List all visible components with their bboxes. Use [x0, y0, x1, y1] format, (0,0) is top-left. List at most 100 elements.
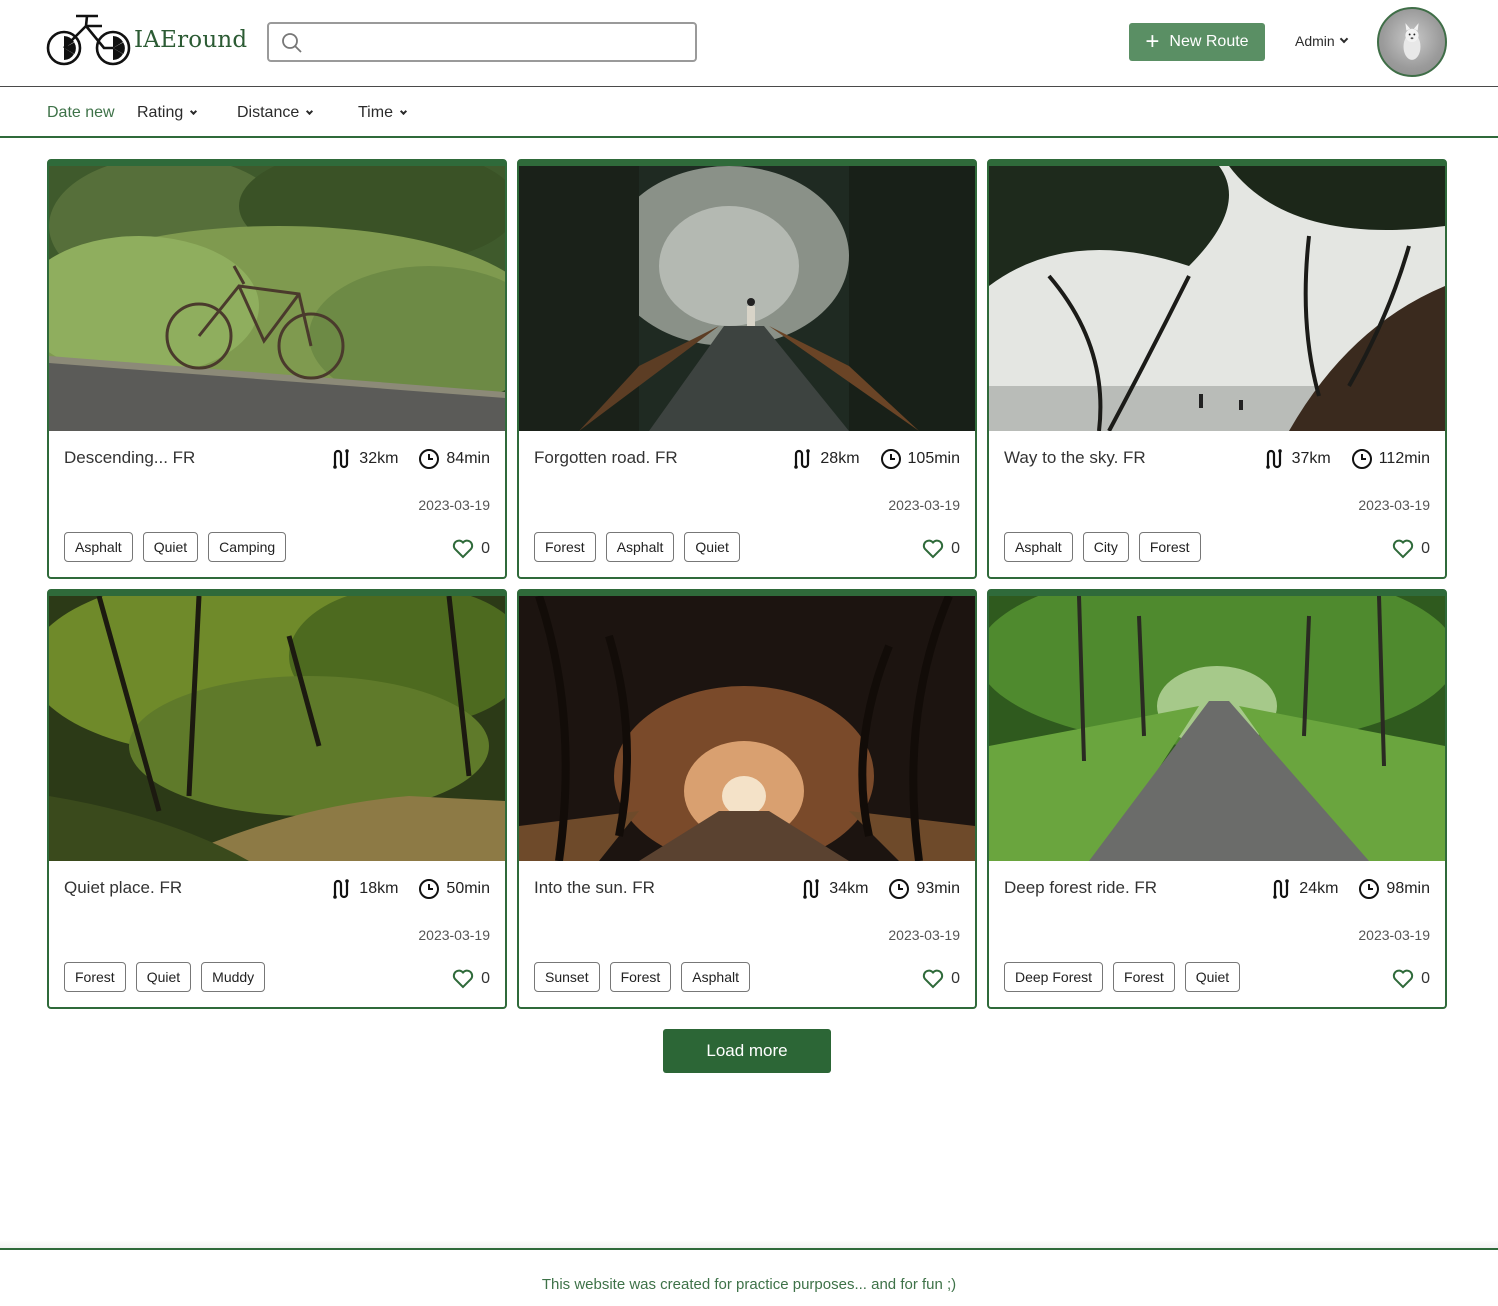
filter-rating[interactable]: Rating — [137, 104, 198, 122]
tag-list: Asphalt Quiet Camping — [64, 532, 287, 562]
tag-list: Forest Quiet Muddy — [64, 962, 266, 992]
filter-bar: Date new Rating Distance Time — [0, 87, 1498, 138]
route-stats: 34km 93min — [801, 878, 960, 900]
like-count: 0 — [481, 970, 490, 987]
route-icon — [794, 449, 811, 469]
chevron-down-icon — [1339, 34, 1348, 44]
bicycle-logo-icon — [46, 14, 131, 66]
route-stats: 37km 112min — [1264, 448, 1430, 470]
route-title: Into the sun. FR — [534, 878, 655, 897]
route-card[interactable]: Forgotten road. FR 28km 105min 2023-03-1… — [517, 159, 977, 579]
tag[interactable]: Sunset — [534, 962, 600, 992]
route-icon — [333, 449, 350, 469]
search-icon — [282, 33, 302, 53]
load-more-button[interactable]: Load more — [663, 1029, 831, 1073]
tag[interactable]: Asphalt — [64, 532, 133, 562]
like-button[interactable]: 0 — [922, 969, 960, 989]
like-button[interactable]: 0 — [1392, 539, 1430, 559]
like-count: 0 — [951, 540, 960, 557]
filter-time[interactable]: Time — [358, 104, 408, 122]
route-time: 105min — [907, 450, 960, 467]
route-date: 2023-03-19 — [418, 497, 490, 513]
tag[interactable]: Quiet — [135, 962, 192, 992]
tag[interactable]: Quiet — [142, 532, 199, 562]
like-button[interactable]: 0 — [1392, 969, 1430, 989]
chevron-down-icon — [306, 107, 314, 115]
filter-label: Date new — [47, 104, 115, 121]
clock-icon — [880, 449, 901, 469]
route-icon — [1265, 449, 1282, 469]
like-button[interactable]: 0 — [452, 969, 490, 989]
route-card[interactable]: Quiet place. FR 18km 50min 2023-03-19 Fo… — [47, 589, 507, 1009]
route-image-green-tree-lined-road — [989, 596, 1445, 861]
search-box[interactable] — [267, 22, 697, 62]
route-card[interactable]: Way to the sky. FR 37km 112min 2023-03-1… — [987, 159, 1447, 579]
route-date: 2023-03-19 — [1358, 927, 1430, 943]
tag-list: Deep Forest Forest Quiet — [1004, 962, 1241, 992]
route-stats: 18km 50min — [331, 878, 490, 900]
tag[interactable]: Forest — [609, 962, 672, 992]
route-title: Deep forest ride. FR — [1004, 878, 1158, 897]
route-date: 2023-03-19 — [888, 927, 960, 943]
brand-logo[interactable]: IAEround — [46, 12, 247, 68]
route-title: Forgotten road. FR — [534, 448, 678, 467]
tag[interactable]: Deep Forest — [1004, 962, 1104, 992]
tag[interactable]: Quiet — [684, 532, 740, 562]
like-button[interactable]: 0 — [452, 539, 490, 559]
user-menu[interactable]: Admin — [1295, 33, 1348, 49]
avatar[interactable] — [1377, 7, 1447, 77]
tag[interactable]: Muddy — [201, 962, 266, 992]
route-image-tree-tunnel-sunset — [519, 596, 975, 861]
route-card[interactable]: Descending... FR 32km 84min 2023-03-19 A… — [47, 159, 507, 579]
heart-icon — [1392, 969, 1414, 989]
route-stats: 32km 84min — [331, 448, 490, 470]
route-time: 50min — [446, 880, 490, 897]
new-route-label: New Route — [1169, 33, 1249, 50]
heart-icon — [1392, 539, 1414, 559]
route-date: 2023-03-19 — [888, 497, 960, 513]
top-header: IAEround + New Route Admin — [0, 0, 1498, 87]
filter-date-new[interactable]: Date new — [47, 104, 115, 122]
chevron-down-icon — [190, 107, 198, 115]
route-title: Descending... FR — [64, 448, 196, 467]
brand-name: IAEround — [134, 27, 248, 53]
tag-list: Forest Asphalt Quiet — [534, 532, 740, 562]
route-distance: 34km — [829, 880, 869, 897]
new-route-button[interactable]: + New Route — [1129, 23, 1265, 61]
route-time: 112min — [1378, 450, 1430, 467]
search-input[interactable] — [313, 32, 683, 54]
chevron-down-icon — [399, 107, 408, 115]
plus-icon: + — [1145, 28, 1160, 55]
route-card[interactable]: Into the sun. FR 34km 93min 2023-03-19 S… — [517, 589, 977, 1009]
tag[interactable]: Asphalt — [1004, 532, 1073, 562]
tag[interactable]: Forest — [1138, 532, 1201, 562]
route-icon — [333, 879, 350, 899]
filter-label: Time — [358, 104, 393, 121]
tag-list: Sunset Forest Asphalt — [534, 962, 750, 992]
clock-icon — [1359, 879, 1380, 899]
tag[interactable]: Forest — [1113, 962, 1175, 992]
filter-distance[interactable]: Distance — [237, 104, 314, 122]
tag[interactable]: City — [1082, 532, 1129, 562]
clock-icon — [419, 879, 440, 899]
like-button[interactable]: 0 — [922, 539, 960, 559]
tag[interactable]: Asphalt — [681, 962, 750, 992]
tag[interactable]: Forest — [534, 532, 596, 562]
heart-icon — [922, 539, 944, 559]
route-image-cypress-sea — [989, 166, 1445, 431]
tag[interactable]: Camping — [208, 532, 287, 562]
route-time: 98min — [1386, 880, 1430, 897]
tag[interactable]: Quiet — [1184, 962, 1241, 992]
tag[interactable]: Asphalt — [605, 532, 675, 562]
route-stats: 24km 98min — [1271, 878, 1430, 900]
clock-icon — [1351, 449, 1372, 469]
route-title: Quiet place. FR — [64, 878, 183, 897]
tag-list: Asphalt City Forest — [1004, 532, 1201, 562]
tag[interactable]: Forest — [64, 962, 126, 992]
heart-icon — [452, 969, 474, 989]
route-card[interactable]: Deep forest ride. FR 24km 98min 2023-03-… — [987, 589, 1447, 1009]
route-distance: 28km — [820, 450, 860, 467]
user-menu-label: Admin — [1295, 33, 1335, 49]
clock-icon — [889, 879, 910, 899]
route-distance: 24km — [1299, 880, 1339, 897]
